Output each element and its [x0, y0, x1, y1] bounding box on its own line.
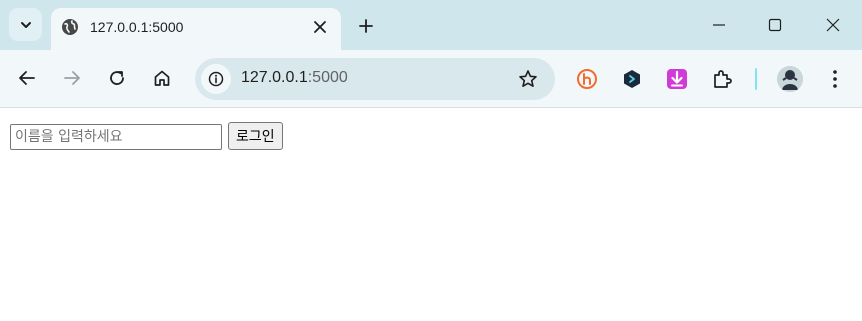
url-text[interactable]: 127.0.0.1:5000 — [241, 69, 348, 87]
download-extension-button[interactable] — [665, 67, 689, 91]
dark-hexagon-extension-button[interactable] — [620, 67, 644, 91]
hypothesis-extension-button[interactable] — [575, 67, 599, 91]
active-tab[interactable]: 127.0.0.1:5000 — [51, 8, 341, 50]
reload-button[interactable] — [102, 63, 132, 93]
home-button[interactable] — [147, 63, 177, 93]
browser-toolbar: 127.0.0.1:5000 — [0, 50, 862, 108]
tab-strip: 127.0.0.1:5000 — [0, 0, 862, 50]
login-button[interactable]: 로그인 — [228, 122, 283, 150]
info-icon — [208, 71, 224, 87]
minimize-button[interactable] — [704, 10, 734, 40]
plus-icon — [358, 18, 374, 34]
page-viewport: 로그인 — [0, 108, 862, 321]
url-host: 127.0.0.1 — [241, 69, 308, 86]
kebab-menu-icon — [832, 69, 838, 89]
home-icon — [153, 69, 171, 87]
tab-title: 127.0.0.1:5000 — [90, 19, 184, 35]
chevron-down-icon — [19, 18, 33, 32]
back-button[interactable] — [12, 63, 42, 93]
tab-search-button[interactable] — [9, 8, 42, 41]
new-tab-button[interactable] — [352, 12, 380, 40]
star-icon — [518, 69, 538, 89]
puzzle-icon — [711, 68, 733, 90]
toolbar-divider — [755, 68, 757, 90]
profile-button[interactable] — [777, 66, 803, 92]
site-info-button[interactable] — [201, 64, 231, 94]
close-icon — [826, 18, 840, 32]
globe-icon — [61, 18, 79, 36]
arrow-right-icon — [63, 69, 81, 87]
hypothesis-extension-icon — [576, 68, 598, 90]
close-icon[interactable] — [311, 18, 329, 36]
window-close-button[interactable] — [818, 10, 848, 40]
address-bar[interactable]: 127.0.0.1:5000 — [195, 58, 555, 100]
url-port: :5000 — [307, 69, 348, 86]
maximize-icon — [768, 18, 782, 32]
profile-avatar-icon — [777, 66, 803, 92]
download-extension-icon — [666, 68, 688, 90]
forward-button[interactable] — [57, 63, 87, 93]
maximize-button[interactable] — [760, 10, 790, 40]
minimize-icon — [712, 18, 726, 32]
dark-hexagon-extension-icon — [622, 69, 642, 89]
arrow-left-icon — [18, 69, 36, 87]
bookmark-button[interactable] — [517, 68, 539, 90]
reload-icon — [108, 69, 126, 87]
browser-menu-button[interactable] — [824, 66, 846, 92]
extensions-button[interactable] — [710, 67, 734, 91]
name-input[interactable] — [10, 124, 222, 150]
browser-window: 127.0.0.1:5000 127.0.0.1:5000 이름을 입력하세요 … — [0, 0, 862, 321]
